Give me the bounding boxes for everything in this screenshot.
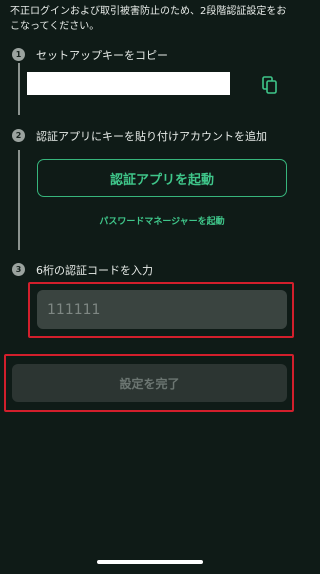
step-label-copy-key: セットアップキーをコピー	[36, 49, 168, 62]
copy-icon[interactable]	[262, 76, 278, 94]
home-indicator	[97, 560, 203, 564]
step-connector-line	[18, 150, 20, 250]
verification-code-input[interactable]	[37, 290, 287, 329]
launch-password-manager-link[interactable]: パスワードマネージャーを起動	[37, 214, 287, 227]
complete-setup-button[interactable]: 設定を完了	[12, 364, 287, 402]
setup-key-field[interactable]	[27, 72, 230, 95]
launch-auth-app-button[interactable]: 認証アプリを起動	[37, 159, 287, 197]
step-connector-line	[18, 63, 20, 115]
step-label-add-account: 認証アプリにキーを貼り付けアカウントを追加	[36, 130, 267, 143]
step-number-1: 1	[12, 48, 25, 61]
step-number-2: 2	[12, 129, 25, 142]
step-number-3: 3	[12, 263, 25, 276]
step-label-enter-code: 6桁の認証コードを入力	[36, 264, 153, 277]
intro-text: 不正ログインおよび取引被害防止のため、2段階認証設定をおこなってください。	[10, 6, 287, 32]
